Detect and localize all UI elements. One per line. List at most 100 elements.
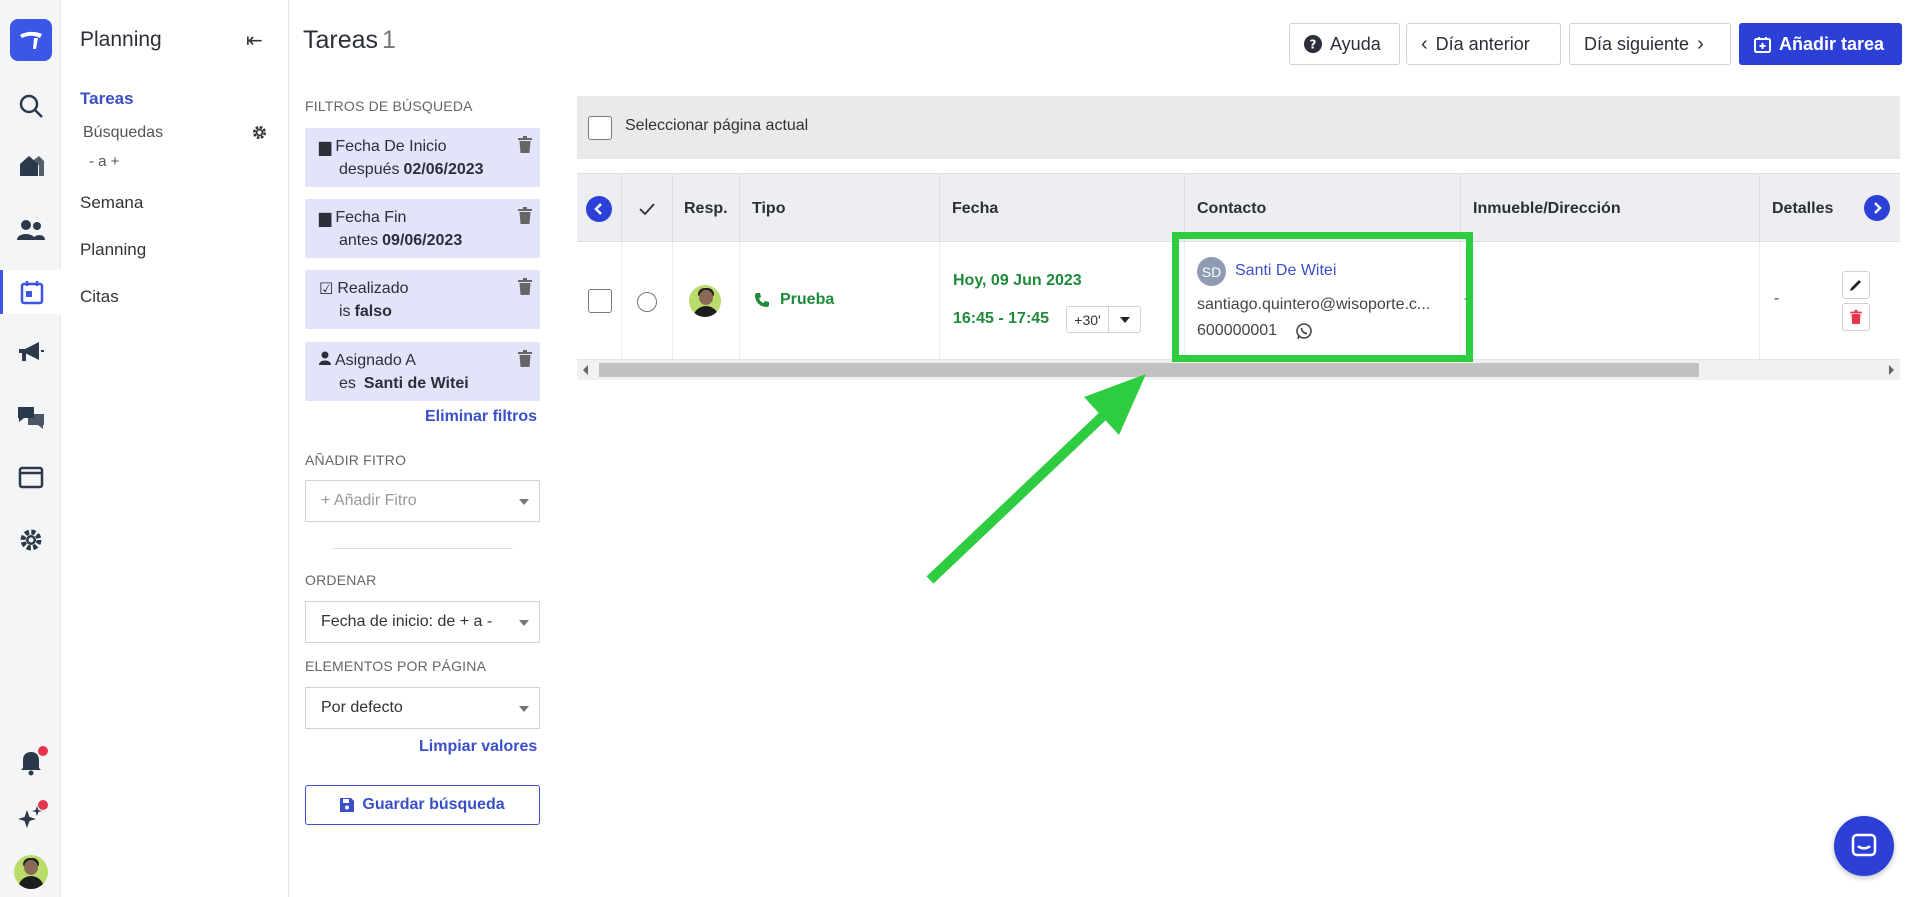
row-address-cell: - [1461, 242, 1760, 360]
trash-icon[interactable] [518, 350, 532, 372]
planning-sidebar: Planning ⇤ Tareas Búsquedas - a + Semana… [61, 0, 289, 897]
edit-task-button[interactable] [1842, 271, 1870, 299]
check-square-icon: ☑ [319, 281, 334, 298]
user-avatar[interactable] [0, 850, 61, 894]
searches-settings-icon[interactable] [251, 124, 268, 146]
filter-operator: es [339, 375, 356, 392]
col-fecha[interactable]: Fecha [940, 174, 1185, 243]
add-filter-select[interactable]: + Añadir Fitro [305, 480, 540, 522]
help-label: Ayuda [1330, 33, 1381, 54]
task-time: 16:45 - 17:45 [953, 310, 1050, 327]
collapse-sidebar-icon[interactable]: ⇤ [246, 28, 263, 53]
per-page-value: Por defecto [321, 699, 403, 716]
postpone-control[interactable]: +30' [1066, 306, 1141, 333]
sort-select[interactable]: Fecha de inicio: de + a - [305, 601, 540, 643]
sidebar-item-semana[interactable]: Semana [80, 193, 143, 213]
help-button[interactable]: ? Ayuda [1289, 23, 1400, 65]
trash-icon[interactable] [518, 278, 532, 300]
chat-bubble-icon [1851, 833, 1877, 857]
divider [333, 548, 513, 549]
filter-card-fecha-fin[interactable]: ▆ Fecha Fin antes 09/06/2023 [305, 199, 540, 258]
filters-panel: FILTROS DE BÚSQUEDA ▆ Fecha De Inicio des… [289, 0, 559, 897]
details-value: - [1774, 290, 1780, 307]
settings-gear-icon[interactable] [0, 518, 61, 562]
notifications-bell-icon[interactable] [0, 740, 61, 784]
support-chat-button[interactable] [1834, 816, 1894, 876]
add-task-button[interactable]: Añadir tarea [1739, 23, 1902, 65]
sidebar-item-planning[interactable]: Planning [80, 240, 146, 260]
app-logo[interactable] [10, 19, 52, 61]
previous-day-label: Día anterior [1435, 33, 1530, 54]
chevron-down-icon [519, 620, 529, 626]
select-page-label: Seleccionar página actual [625, 117, 809, 134]
megaphone-icon[interactable] [0, 330, 61, 374]
save-search-button[interactable]: Guardar búsqueda [305, 785, 540, 825]
row-done-cell [622, 242, 673, 360]
properties-icon[interactable] [0, 143, 61, 187]
postpone-button[interactable]: +30' [1067, 307, 1109, 332]
col-inmueble[interactable]: Inmueble/Dirección [1461, 174, 1760, 243]
scroll-right-arrow-icon[interactable] [1889, 365, 1894, 375]
filters-section-title: FILTROS DE BÚSQUEDA [305, 98, 473, 114]
task-type[interactable]: Prueba [780, 291, 834, 309]
task-date: Hoy, 09 Jun 2023 [953, 272, 1082, 289]
sidebar-item-busquedas[interactable]: Búsquedas [83, 124, 163, 142]
chevron-down-icon [519, 706, 529, 712]
trash-icon [1850, 310, 1862, 324]
user-icon [319, 351, 331, 370]
scroll-left-button[interactable] [577, 174, 622, 243]
calendar-icon[interactable] [0, 270, 61, 314]
clear-values-link[interactable]: Limpiar valores [419, 738, 537, 756]
row-select-cell [577, 242, 622, 360]
window-icon[interactable] [0, 455, 61, 499]
scrollbar-thumb[interactable] [599, 363, 1699, 377]
task-count: 1 [382, 26, 396, 54]
trash-icon[interactable] [518, 207, 532, 229]
sidebar-item-tareas[interactable]: Tareas [80, 89, 134, 109]
page-title-text: Tareas [303, 26, 379, 54]
search-icon[interactable] [0, 84, 61, 128]
next-day-label: Día siguiente [1584, 33, 1690, 54]
filter-value: 09/06/2023 [382, 232, 463, 249]
sort-order-label[interactable]: - a + [89, 153, 119, 170]
chevron-left-icon: ‹ [1421, 32, 1428, 55]
row-details-cell: - [1760, 242, 1900, 360]
sidebar-item-citas[interactable]: Citas [80, 287, 119, 307]
filter-title: Realizado [337, 280, 409, 297]
add-filter-title: AÑADIR FITRO [305, 452, 407, 468]
per-page-select[interactable]: Por defecto [305, 687, 540, 729]
clear-filters-link[interactable]: Eliminar filtros [425, 408, 537, 426]
next-day-button[interactable]: Día siguiente › [1569, 23, 1731, 65]
previous-day-button[interactable]: ‹ Día anterior [1406, 23, 1561, 65]
phone-icon [755, 293, 769, 307]
filter-value: falso [354, 303, 392, 320]
horizontal-scrollbar[interactable] [577, 360, 1900, 380]
notification-dot [38, 746, 48, 756]
col-tipo[interactable]: Tipo [740, 174, 940, 243]
filter-card-asignado[interactable]: Asignado A es Santi de Witei [305, 342, 540, 401]
contacts-icon[interactable] [0, 208, 61, 252]
filter-card-fecha-inicio[interactable]: ▆ Fecha De Inicio después 02/06/2023 [305, 128, 540, 187]
chat-icon[interactable] [0, 395, 61, 439]
row-type-cell: Prueba [740, 242, 940, 360]
select-page-bar: Seleccionar página actual [577, 96, 1900, 159]
mark-done-radio[interactable] [637, 292, 657, 312]
scroll-right-button[interactable] [1864, 195, 1890, 221]
filter-card-realizado[interactable]: ☑ Realizado is falso [305, 270, 540, 329]
filter-title: Fecha Fin [335, 209, 407, 226]
save-search-label: Guardar búsqueda [362, 796, 505, 813]
add-task-label: Añadir tarea [1779, 33, 1885, 54]
row-checkbox[interactable] [588, 289, 612, 313]
col-resp[interactable]: Resp. [673, 174, 740, 243]
updates-sparkle-icon[interactable] [0, 796, 61, 840]
filter-value: Santi de Witei [363, 375, 469, 392]
calendar-icon: ▆ [319, 139, 332, 156]
add-filter-placeholder: + Añadir Fitro [321, 492, 417, 509]
col-detalles-label: Detalles [1772, 199, 1834, 217]
chevron-down-icon[interactable] [1109, 307, 1140, 332]
scroll-left-arrow-icon[interactable] [583, 365, 588, 375]
delete-task-button[interactable] [1842, 303, 1870, 331]
select-page-checkbox[interactable] [588, 116, 612, 140]
per-page-title: ELEMENTOS POR PÁGINA [305, 658, 487, 674]
trash-icon[interactable] [518, 136, 532, 158]
